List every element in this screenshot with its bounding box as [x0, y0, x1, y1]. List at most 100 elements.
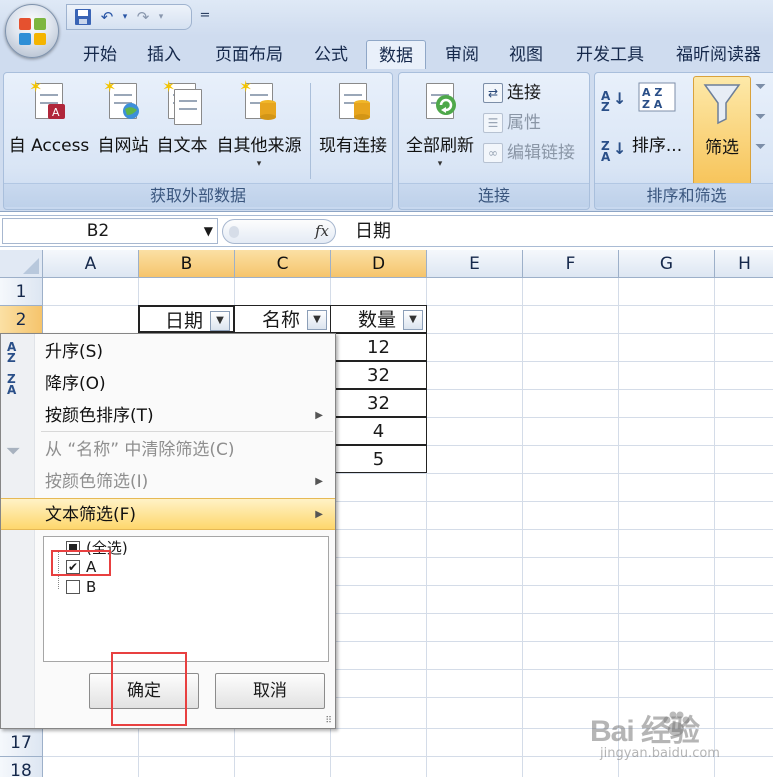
- formula-input[interactable]: 日期: [355, 219, 391, 245]
- office-button[interactable]: [5, 4, 59, 58]
- header-name: 名称: [261, 309, 300, 331]
- cell-d5[interactable]: 32: [330, 389, 427, 417]
- paw-icon: [660, 710, 692, 738]
- sort-ascending-icon: AZ: [7, 340, 17, 365]
- group-label-connections: 连接: [399, 183, 589, 207]
- tab-view[interactable]: 视图: [498, 40, 554, 70]
- cell-c2[interactable]: 名称 ▼: [234, 305, 331, 333]
- menu-clear-filter[interactable]: ⏷ 从 “名称” 中清除筛选(C): [1, 434, 335, 466]
- cell-d4[interactable]: 32: [330, 361, 427, 389]
- menu-text-filters[interactable]: 文本筛选(F) ▶: [1, 498, 335, 530]
- submenu-arrow-icon: ▶: [315, 509, 323, 520]
- annotation-highlight-a: [51, 550, 111, 576]
- connections-button[interactable]: ⇄ 连接: [483, 79, 541, 107]
- tab-insert[interactable]: 插入: [136, 40, 192, 70]
- qat-customize-icon[interactable]: =: [198, 8, 212, 26]
- column-header-h[interactable]: H: [715, 250, 773, 278]
- name-box[interactable]: B2 ▼: [2, 218, 218, 244]
- menu-filter-by-color[interactable]: 按颜色筛选(I) ▶: [1, 466, 335, 498]
- column-header-a[interactable]: A: [43, 250, 139, 278]
- properties-button[interactable]: ☰ 属性: [483, 109, 541, 137]
- ribbon: ✶ A 自 Access ✶ 自网站 ✶ 自文本 ✶ 自其他来源 ▾ 现有连接 …: [0, 69, 773, 212]
- svg-text:Z A: Z A: [642, 98, 663, 111]
- gridline: [618, 278, 619, 777]
- reapply-filter-icon[interactable]: ⏷: [755, 109, 766, 125]
- text-file-icon: ✶: [162, 77, 202, 127]
- filter-button[interactable]: 筛选: [693, 76, 751, 186]
- tab-developer[interactable]: 开发工具: [564, 40, 656, 70]
- chevron-down-icon[interactable]: ▼: [204, 219, 213, 243]
- sort-dialog-icon: A ZZ A: [637, 79, 677, 127]
- menu-sort-descending[interactable]: ZA 降序(O): [1, 368, 335, 400]
- from-access-button[interactable]: ✶ A 自 Access: [6, 75, 92, 179]
- header-quantity: 数量: [357, 309, 396, 331]
- redo-icon[interactable]: ↷: [133, 7, 153, 27]
- list-item-b[interactable]: B: [66, 577, 96, 597]
- cell-d6[interactable]: 4: [330, 417, 427, 445]
- cancel-button[interactable]: 取消: [215, 673, 325, 709]
- tab-foxit-reader[interactable]: 福昕阅读器: [664, 40, 773, 70]
- resize-grip-icon[interactable]: ⠿: [325, 716, 332, 726]
- tab-review[interactable]: 审阅: [434, 40, 490, 70]
- column-header-d[interactable]: D: [331, 250, 427, 278]
- redo-dropdown-icon[interactable]: ▾: [157, 7, 165, 27]
- cell-d7[interactable]: 5: [330, 445, 427, 473]
- watermark-url: jingyan.baidu.com: [600, 746, 720, 761]
- advanced-filter-icon[interactable]: ⏷: [755, 139, 766, 155]
- column-header-b[interactable]: B: [139, 250, 235, 278]
- menu-sort-by-color[interactable]: 按颜色排序(T) ▶: [1, 400, 335, 432]
- refresh-icon: [420, 79, 460, 127]
- save-icon[interactable]: [73, 7, 93, 27]
- filter-dropdown-button[interactable]: ▼: [403, 310, 423, 330]
- gridline: [714, 278, 715, 777]
- web-icon: ✶: [103, 77, 143, 127]
- title-bar: ↶ ▾ ↷ ▾ =: [0, 0, 773, 36]
- column-header-c[interactable]: C: [235, 250, 331, 278]
- cell-d3[interactable]: 12: [330, 333, 427, 361]
- name-box-value: B2: [86, 221, 110, 241]
- group-divider: [310, 83, 311, 179]
- column-header-g[interactable]: G: [619, 250, 715, 278]
- undo-dropdown-icon[interactable]: ▾: [121, 7, 129, 27]
- tab-home[interactable]: 开始: [72, 40, 128, 70]
- sort-ascending-icon[interactable]: A Z ↓: [601, 90, 626, 113]
- filter-dropdown-button[interactable]: ▼: [307, 310, 327, 330]
- baidu-watermark: Bai 经验 jingyan.baidu.com: [590, 706, 770, 772]
- edit-links-button[interactable]: ∞ 编辑链接: [483, 139, 575, 167]
- submenu-arrow-icon: ▶: [315, 410, 323, 421]
- from-web-button[interactable]: ✶ 自网站: [94, 75, 152, 179]
- ribbon-tabs: 开始 插入 页面布局 公式 数据 审阅 视图 开发工具 福昕阅读器: [0, 36, 773, 70]
- undo-icon[interactable]: ↶: [97, 7, 117, 27]
- existing-connections-button[interactable]: 现有连接: [314, 75, 392, 179]
- select-all-corner[interactable]: [0, 250, 43, 278]
- row-header-2[interactable]: 2: [0, 306, 43, 334]
- sort-button[interactable]: A ZZ A 排序...: [629, 75, 685, 179]
- column-header-e[interactable]: E: [427, 250, 523, 278]
- submenu-arrow-icon: ▶: [315, 476, 323, 487]
- column-header-f[interactable]: F: [523, 250, 619, 278]
- row-header-18[interactable]: 18: [0, 757, 43, 777]
- row-header-17[interactable]: 17: [0, 729, 43, 757]
- row-header-1[interactable]: 1: [0, 278, 43, 306]
- menu-sort-ascending[interactable]: AZ 升序(S): [1, 336, 335, 368]
- chevron-down-icon: ▾: [437, 159, 443, 169]
- chevron-down-icon: ▾: [256, 159, 262, 169]
- from-other-sources-button[interactable]: ✶ 自其他来源 ▾: [212, 75, 306, 179]
- properties-icon: ☰: [483, 113, 503, 133]
- formula-resize-handle[interactable]: [229, 226, 239, 238]
- clear-filter-icon[interactable]: ⏷: [755, 79, 766, 95]
- checkbox-b[interactable]: [66, 580, 80, 594]
- refresh-all-button[interactable]: 全部刷新 ▾: [401, 75, 479, 179]
- svg-text:A: A: [52, 106, 60, 119]
- tab-data[interactable]: 数据: [366, 40, 426, 70]
- cell-d2[interactable]: 数量 ▼: [330, 305, 427, 333]
- tab-page-layout[interactable]: 页面布局: [204, 40, 294, 70]
- sort-descending-icon[interactable]: Z A ↓: [601, 140, 626, 163]
- formula-bar: B2 ▼ fx 日期: [0, 215, 773, 247]
- filter-dropdown-button[interactable]: ▼: [210, 311, 230, 331]
- tab-formulas[interactable]: 公式: [302, 40, 360, 70]
- cell-b2[interactable]: 日期 ▼: [138, 305, 235, 333]
- from-text-button[interactable]: ✶ 自文本: [154, 75, 210, 179]
- filter-funnel-icon: [702, 81, 742, 129]
- insert-function-icon[interactable]: fx: [315, 222, 329, 240]
